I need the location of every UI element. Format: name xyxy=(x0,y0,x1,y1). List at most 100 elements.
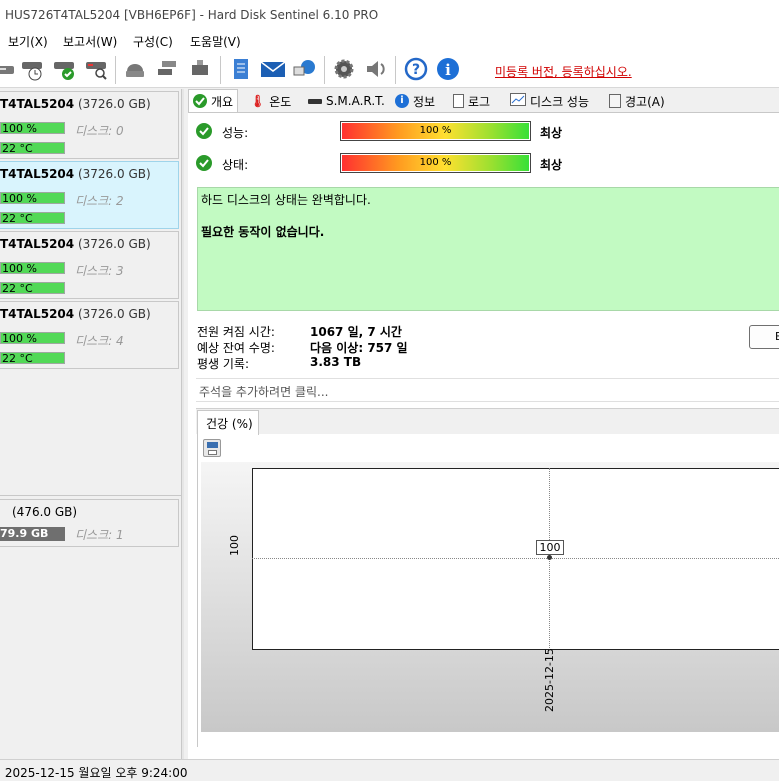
chart-data-label: 100 xyxy=(536,540,564,555)
svg-text:i: i xyxy=(445,61,451,79)
chart-tab-bar xyxy=(196,408,779,434)
report-icon[interactable] xyxy=(228,56,254,82)
disk-name: T4TAL5204 xyxy=(0,167,75,181)
power-on-value: 1067 일, 7 시간 xyxy=(310,325,402,339)
health-bar: 100 % xyxy=(0,192,65,204)
chart-plot-area xyxy=(252,468,779,650)
tab-alerts[interactable]: 경고(A) xyxy=(605,90,669,112)
details-button[interactable]: E xyxy=(749,325,779,349)
disk-item-selected[interactable]: T4TAL5204 (3726.0 GB) 100 % 22 °C 디스크: 2 xyxy=(0,161,179,229)
power-on-label: 전원 켜짐 시간: xyxy=(197,325,275,339)
health-label: 상태: xyxy=(222,158,249,172)
mail-icon[interactable] xyxy=(260,56,286,82)
save-icon[interactable] xyxy=(203,439,221,457)
note-placeholder: 주석을 추가하려면 클릭... xyxy=(199,385,329,399)
tab-log[interactable]: 로그 xyxy=(449,90,494,112)
disk-icon[interactable] xyxy=(0,56,18,82)
disk-item[interactable]: T4TAL5204 (3726.0 GB) 100 % 22 °C 디스크: 3 xyxy=(0,231,179,299)
action-text: 필요한 동작이 없습니다. xyxy=(201,225,325,239)
menu-bar: 보기(X) 보고서(W) 구성(C) 도움말(V) xyxy=(0,30,779,52)
unregistered-link[interactable]: 미등록 버전, 등록하십시오. xyxy=(495,63,632,80)
note-field[interactable]: 주석을 추가하려면 클릭... xyxy=(196,378,779,402)
svg-text:?: ? xyxy=(412,62,420,78)
disk-name: T4TAL5204 xyxy=(0,97,75,111)
alert-document-icon xyxy=(609,94,621,108)
disk-clock-icon[interactable] xyxy=(20,56,46,82)
temperature-bar: 22 °C xyxy=(0,142,65,154)
disk-number-label: 디스크: 3 xyxy=(75,264,124,278)
disk-item[interactable]: T4TAL5204 (3726.0 GB) 100 % 22 °C 디스크: 0 xyxy=(0,91,179,159)
status-bar-text: : 2025-12-15 월요일 오후 9:24:00 xyxy=(0,766,188,780)
chart-data-point xyxy=(547,555,552,560)
tab-health-percent[interactable]: 건강 (%) xyxy=(197,410,259,435)
panel-splitter[interactable] xyxy=(181,89,184,759)
disk-size: (3726.0 GB) xyxy=(77,307,151,321)
menu-help[interactable]: 도움말(V) xyxy=(190,33,241,50)
health-bar: 100 % xyxy=(0,122,65,134)
disk-number-label: 디스크: 4 xyxy=(75,334,124,348)
disk-check-icon[interactable] xyxy=(52,56,78,82)
network-icon[interactable] xyxy=(292,56,318,82)
info-icon[interactable]: i xyxy=(435,56,461,82)
temperature-bar: 22 °C xyxy=(0,212,65,224)
written-value: 3.83 TB xyxy=(310,355,362,369)
performance-rating: 최상 xyxy=(540,126,563,140)
performance-chart-icon xyxy=(510,93,526,109)
tab-overview[interactable]: 개요 xyxy=(188,89,239,112)
performance-check-icon xyxy=(196,123,212,139)
menu-config[interactable]: 구성(C) xyxy=(133,33,173,50)
lifetime-row: 예상 잔여 수명: 다음 이상: 757 일 xyxy=(197,339,408,356)
tab-smart[interactable]: S.M.A.R.T. xyxy=(304,90,389,112)
performance-label: 성능: xyxy=(222,126,249,140)
health-rating: 최상 xyxy=(540,158,563,172)
written-row: 평생 기록: 3.83 TB xyxy=(197,355,361,372)
performance-bar: 100 % xyxy=(340,121,531,141)
menu-view[interactable]: 보기(X) xyxy=(8,33,48,50)
power-on-row: 전원 켜짐 시간: 1067 일, 7 시간 xyxy=(197,323,402,340)
tab-bar: 개요 🌡 온도 S.M.A.R.T. i 정보 로그 디스크 성능 경고(A) xyxy=(188,89,779,112)
check-icon xyxy=(193,94,207,108)
status-bar: : 2025-12-15 월요일 오후 9:24:00 xyxy=(0,759,779,780)
temperature-bar: 22 °C xyxy=(0,352,65,364)
lifetime-label: 예상 잔여 수명: xyxy=(197,341,275,355)
window-title: HUS726T4TAL5204 [VBH6EP6F] - Hard Disk S… xyxy=(5,8,379,22)
usb-drive-icon[interactable] xyxy=(187,56,213,82)
drive-icon[interactable] xyxy=(122,56,148,82)
status-text: 하드 디스크의 상태는 완벽합니다. xyxy=(201,193,371,207)
temperature-bar: 22 °C xyxy=(0,282,65,294)
tab-temperature[interactable]: 🌡 온도 xyxy=(246,90,295,112)
written-label: 평생 기록: xyxy=(197,357,250,371)
health-bar-fill: 100 % xyxy=(342,155,529,171)
disk-size: (3726.0 GB) xyxy=(77,167,151,181)
y-gridline xyxy=(252,558,779,559)
y-tick-label: 100 xyxy=(228,535,241,556)
info-tab-icon: i xyxy=(395,94,409,108)
gear-icon[interactable] xyxy=(331,56,357,82)
disk-search-icon[interactable] xyxy=(84,56,110,82)
disk-name: T4TAL5204 xyxy=(0,307,75,321)
help-icon[interactable]: ? xyxy=(403,56,429,82)
health-bar: 100 % xyxy=(0,262,65,274)
speaker-icon[interactable] xyxy=(363,56,389,82)
disk-list-panel: T4TAL5204 (3726.0 GB) 100 % 22 °C 디스크: 0… xyxy=(0,89,181,759)
network-drive-icon[interactable] xyxy=(155,56,181,82)
volume-size: (476.0 GB) xyxy=(12,505,78,519)
panel-divider xyxy=(0,495,181,496)
disk-item[interactable]: T4TAL5204 (3726.0 GB) 100 % 22 °C 디스크: 4 xyxy=(0,301,179,369)
smart-icon xyxy=(308,98,322,104)
title-bar: HUS726T4TAL5204 [VBH6EP6F] - Hard Disk S… xyxy=(0,0,779,30)
disk-number-label: 디스크: 0 xyxy=(75,124,124,138)
document-icon xyxy=(453,94,464,108)
menu-report[interactable]: 보고서(W) xyxy=(63,33,117,50)
disk-number-label: 디스크: 2 xyxy=(75,194,124,208)
tab-disk-performance[interactable]: 디스크 성능 xyxy=(506,90,593,112)
lifetime-value: 다음 이상: 757 일 xyxy=(310,341,408,355)
tab-info[interactable]: i 정보 xyxy=(391,90,439,112)
x-tick-label: 2025-12-15 xyxy=(543,648,556,712)
health-check-icon xyxy=(196,155,212,171)
volume-item[interactable]: (476.0 GB) 79.9 GB 디스크: 1 xyxy=(0,499,179,547)
health-bar: 100 % xyxy=(0,332,65,344)
thermometer-icon: 🌡 xyxy=(250,94,266,108)
status-message-box: 하드 디스크의 상태는 완벽합니다. 필요한 동작이 없습니다. xyxy=(197,187,779,311)
disk-size: (3726.0 GB) xyxy=(77,97,151,111)
